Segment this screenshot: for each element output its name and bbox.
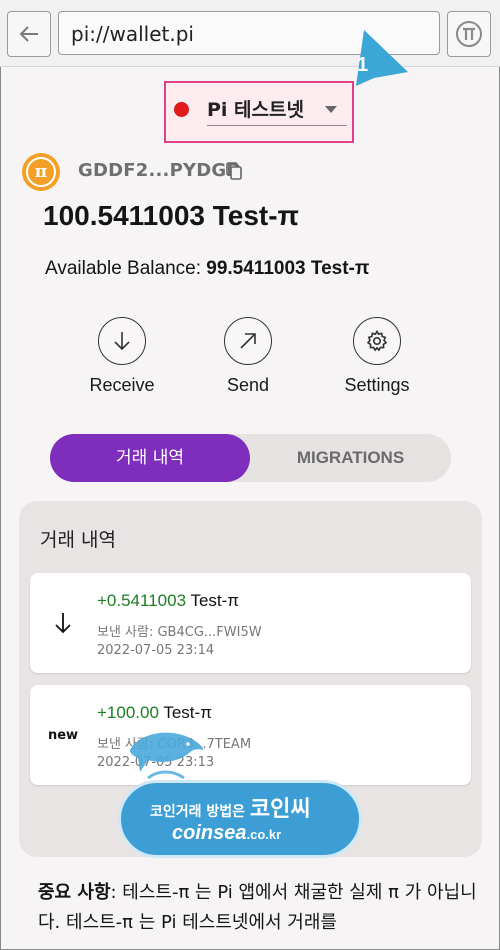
- transaction-item[interactable]: +0.5411003 Test-π 보낸 사람: GB4CG...FWI5W 2…: [30, 573, 471, 673]
- arrow-down-icon: [114, 332, 130, 351]
- transaction-icon-column: new: [30, 685, 96, 785]
- send-button[interactable]: Send: [193, 317, 303, 396]
- new-badge: new: [47, 727, 79, 743]
- available-balance-value: 99.5411003 Test-π: [206, 258, 370, 279]
- watermark-line2: coinsea.co.kr: [172, 822, 282, 844]
- send-label: Send: [226, 375, 270, 395]
- gear-icon: [366, 329, 388, 352]
- browser-toolbar: pi://wallet.pi: [0, 0, 500, 67]
- transaction-amount-value: +0.5411003: [97, 591, 187, 610]
- settings-button[interactable]: Settings: [322, 317, 432, 396]
- receive-label: Receive: [89, 375, 155, 395]
- pi-browser-button[interactable]: [447, 11, 491, 57]
- tab-transaction-history[interactable]: 거래 내역: [50, 434, 250, 482]
- watermark-line1: 코인거래 방법은 코인씨: [150, 797, 311, 822]
- settings-label: Settings: [344, 375, 410, 395]
- network-selector[interactable]: Pi 테스트넷: [207, 95, 304, 122]
- network-selector-underline: [207, 125, 347, 126]
- transaction-icon-column: [30, 573, 96, 673]
- tab-migrations[interactable]: MIGRATIONS: [250, 434, 451, 482]
- important-notice: 중요 사항: 테스트-π 는 Pi 앱에서 채굴한 실제 π 가 아닙니다. 테…: [38, 878, 478, 938]
- transaction-sender: 보낸 사람: GB4CG...FWI5W: [97, 625, 262, 640]
- dropdown-caret-icon[interactable]: [325, 106, 337, 113]
- incoming-arrow-icon: [55, 613, 71, 634]
- wallet-address: GDDF2...PYDGD: [78, 160, 242, 181]
- transaction-date: 2022-07-05 23:14: [97, 643, 215, 658]
- transaction-amount-unit: Test-π: [186, 591, 240, 610]
- history-title: 거래 내역: [40, 529, 116, 551]
- copy-icon[interactable]: [226, 162, 242, 180]
- total-balance: 100.5411003 Test-π: [43, 200, 299, 231]
- tab-bar: 거래 내역 MIGRATIONS: [50, 434, 451, 482]
- receive-button[interactable]: Receive: [67, 317, 177, 396]
- pi-browser-icon: [456, 21, 482, 47]
- network-status-dot: [174, 102, 189, 117]
- available-balance: Available Balance: 99.5411003 Test-π: [45, 258, 369, 280]
- transaction-item[interactable]: new +100.00 Test-π 보낸 사람: COR3...7TEAM 2…: [30, 685, 471, 785]
- tutorial-step-number: 1: [357, 54, 369, 76]
- notice-title: 중요 사항: [38, 882, 111, 903]
- back-button[interactable]: [7, 11, 51, 57]
- pi-logo-icon: π: [22, 153, 60, 191]
- transaction-amount: +0.5411003 Test-π: [97, 591, 239, 611]
- arrow-up-right-icon: [240, 333, 256, 349]
- available-balance-label: Available Balance:: [45, 258, 201, 279]
- back-arrow-icon: [19, 26, 38, 42]
